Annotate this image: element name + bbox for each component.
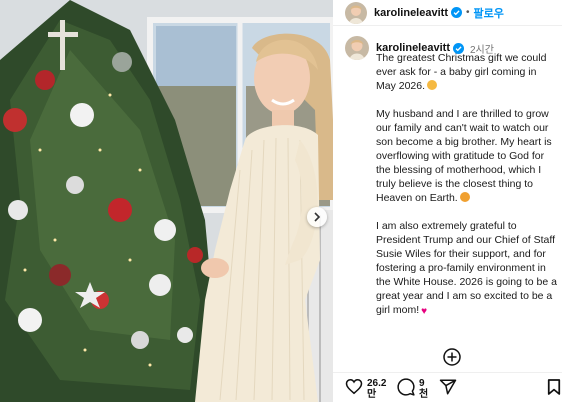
like-count[interactable]: 26.2 만	[367, 378, 387, 400]
smiling-face-emoji	[427, 80, 438, 90]
post-caption: karolineleavitt 2시간 The greatest Christm…	[345, 36, 559, 333]
verified-badge-icon	[450, 7, 462, 18]
like-count-line2: 만	[367, 389, 377, 400]
post-side-panel: karolineleavitt • 팔로우 karolineleavitt 2시…	[333, 0, 562, 402]
comment-bubble-icon[interactable]	[397, 378, 415, 401]
caption-text: The greatest Christmas gift we could eve…	[376, 51, 559, 319]
next-media-button[interactable]	[307, 207, 327, 227]
caption-avatar[interactable]	[345, 36, 369, 60]
pink-heart-emoji: ♥	[421, 306, 428, 317]
heart-icon[interactable]	[345, 378, 363, 400]
caption-paragraph: The greatest Christmas gift we could eve…	[376, 52, 547, 92]
comment-count[interactable]: 9 천	[419, 378, 439, 400]
caption-paragraph: I am also extremely grateful to Presiden…	[376, 220, 557, 316]
like-action: 26.2 만	[345, 378, 387, 400]
comment-count-line1: 9	[419, 378, 425, 389]
like-count-line1: 26.2	[367, 378, 387, 389]
comment-action: 9 천	[397, 378, 439, 401]
save-action	[547, 378, 561, 401]
post-header: karolineleavitt • 팔로우	[333, 0, 562, 26]
caption-paragraph: My husband and I are thrilled to grow ou…	[376, 108, 552, 204]
follow-button[interactable]: 팔로우	[474, 5, 504, 21]
post-media[interactable]	[0, 0, 333, 402]
action-bar: 26.2 만 9 천	[333, 372, 562, 402]
chevron-right-icon	[313, 212, 321, 222]
smiling-tear-emoji	[459, 192, 470, 202]
share-action	[439, 378, 457, 401]
comment-count-line2: 천	[419, 389, 429, 400]
header-username[interactable]: karolineleavitt	[374, 7, 448, 19]
avatar[interactable]	[345, 1, 367, 24]
bookmark-icon[interactable]	[547, 378, 561, 401]
add-circle-icon[interactable]	[442, 347, 462, 367]
send-paper-plane-icon[interactable]	[439, 378, 457, 401]
post-photo	[0, 0, 333, 402]
separator-dot: •	[465, 7, 470, 18]
